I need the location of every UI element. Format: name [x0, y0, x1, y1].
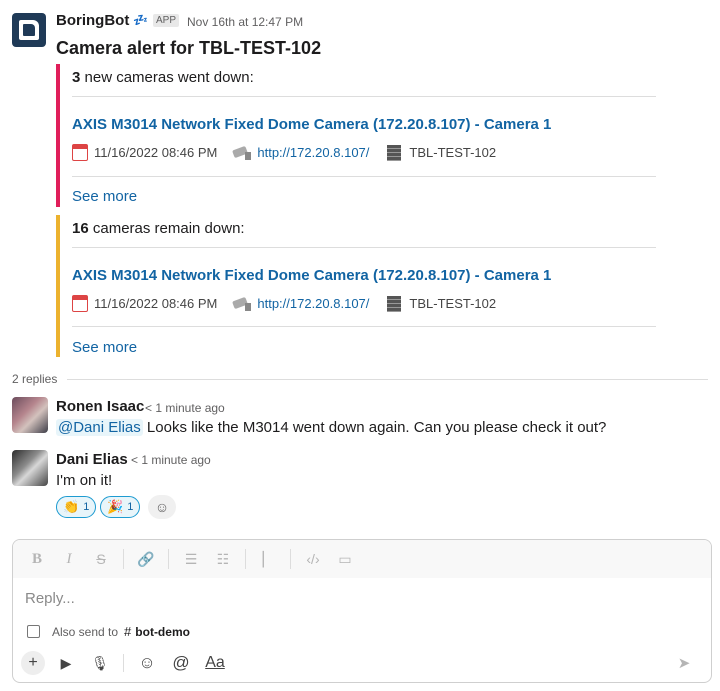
- divider: [67, 378, 708, 380]
- camera-datetime: 11/16/2022 08:46 PM: [94, 145, 218, 160]
- mention-icon[interactable]: @: [170, 652, 192, 674]
- channel-hash-icon: #: [124, 624, 132, 639]
- camera-datetime: 11/16/2022 08:46 PM: [94, 296, 218, 311]
- camera-link[interactable]: AXIS M3014 Network Fixed Dome Camera (17…: [72, 116, 551, 133]
- code-icon[interactable]: ‹/›: [303, 549, 323, 569]
- attachment-heading: 3 new cameras went down:: [72, 69, 254, 86]
- camera-link[interactable]: AXIS M3014 Network Fixed Dome Camera (17…: [72, 267, 551, 284]
- camera-host: TBL-TEST-102: [409, 296, 497, 311]
- italic-icon[interactable]: I: [59, 549, 79, 569]
- link-icon[interactable]: 🔗: [136, 549, 156, 569]
- replies-divider: 2 replies: [12, 372, 708, 386]
- party-popper-emoji-icon: 🎉: [107, 499, 124, 514]
- app-badge: APP: [153, 14, 180, 27]
- message-timestamp[interactable]: Nov 16th at 12:47 PM: [187, 15, 303, 29]
- bot-avatar[interactable]: [12, 13, 46, 47]
- camera-host: TBL-TEST-102: [409, 145, 497, 160]
- divider: [245, 549, 246, 569]
- reaction-count: 1: [127, 501, 134, 513]
- send-icon[interactable]: ➤: [673, 652, 695, 674]
- divider: [123, 654, 124, 672]
- add-reaction-button[interactable]: ☺: [148, 495, 176, 519]
- reply-sender-name[interactable]: Ronen Isaac: [56, 398, 144, 415]
- calendar-icon: [72, 295, 88, 312]
- attachment-remain-down: 16 cameras remain down: AXIS M3014 Netwo…: [56, 215, 656, 357]
- divider: [72, 247, 656, 248]
- calendar-icon: [72, 144, 88, 161]
- avatar[interactable]: [12, 450, 48, 486]
- numbered-list-icon[interactable]: ☰: [181, 549, 201, 569]
- strikethrough-icon[interactable]: S: [91, 549, 111, 569]
- camera-meta-row: 11/16/2022 08:46 PM http://172.20.8.107/…: [72, 295, 496, 312]
- attachment-new-down: 3 new cameras went down: AXIS M3014 Netw…: [56, 64, 656, 207]
- composer-actions: + ▶ 🎙 ☺ @ Aa ➤: [21, 650, 703, 676]
- blockquote-icon[interactable]: ▏: [258, 549, 278, 569]
- reaction-tada[interactable]: 🎉 1: [100, 496, 141, 518]
- see-more-link[interactable]: See more: [72, 339, 137, 356]
- code-block-icon[interactable]: ▭: [335, 549, 355, 569]
- bot-sender-name[interactable]: BoringBot: [56, 12, 129, 29]
- text-format-button[interactable]: Aa: [204, 652, 226, 674]
- camera-url-link[interactable]: http://172.20.8.107/: [257, 145, 369, 160]
- reply-composer: B I S 🔗 ☰ ☷ ▏ ‹/› ▭ Reply... Also send t…: [12, 539, 712, 683]
- video-clip-icon[interactable]: ▶: [55, 652, 77, 674]
- reaction-count: 1: [83, 501, 90, 513]
- add-emoji-icon: ☺: [154, 499, 170, 515]
- attach-plus-button[interactable]: +: [21, 651, 45, 675]
- clap-emoji-icon: 👏: [63, 499, 80, 514]
- alert-title: Camera alert for TBL-TEST-102: [56, 38, 322, 58]
- sleeping-status-icon: 💤: [133, 13, 148, 27]
- also-send-checkbox[interactable]: [27, 625, 40, 638]
- camera-url-link[interactable]: http://172.20.8.107/: [257, 296, 369, 311]
- bulleted-list-icon[interactable]: ☷: [213, 549, 233, 569]
- divider: [290, 549, 291, 569]
- divider: [168, 549, 169, 569]
- replies-count: 2 replies: [12, 372, 58, 386]
- reply-message: @Dani Elias Looks like the M3014 went do…: [56, 419, 606, 436]
- see-more-link[interactable]: See more: [72, 188, 137, 205]
- divider: [123, 549, 124, 569]
- reply-message-text: Looks like the M3014 went down again. Ca…: [142, 419, 607, 436]
- divider: [72, 326, 656, 327]
- attachment-heading: 16 cameras remain down:: [72, 220, 245, 237]
- microphone-icon[interactable]: 🎙: [89, 652, 111, 674]
- divider: [72, 176, 656, 177]
- emoji-icon[interactable]: ☺: [136, 652, 158, 674]
- reply-time[interactable]: < 1 minute ago: [131, 453, 211, 467]
- cctv-camera-icon: [233, 297, 253, 311]
- user-mention[interactable]: @Dani Elias: [56, 419, 143, 436]
- avatar[interactable]: [12, 397, 48, 433]
- channel-name: bot-demo: [135, 624, 190, 639]
- divider: [72, 96, 656, 97]
- reaction-clap[interactable]: 👏 1: [56, 496, 97, 518]
- also-send-option[interactable]: Also send to # bot-demo: [27, 624, 190, 639]
- server-icon: [387, 295, 402, 312]
- also-send-label: Also send to: [52, 624, 119, 639]
- camera-meta-row: 11/16/2022 08:46 PM http://172.20.8.107/…: [72, 144, 496, 161]
- reply-time[interactable]: < 1 minute ago: [145, 401, 225, 415]
- server-icon: [387, 144, 402, 161]
- reply-input[interactable]: Reply...: [25, 590, 75, 607]
- formatting-toolbar: B I S 🔗 ☰ ☷ ▏ ‹/› ▭: [13, 540, 711, 578]
- reply-message-text: I'm on it!: [56, 472, 113, 489]
- cctv-camera-icon: [233, 146, 253, 160]
- bold-icon[interactable]: B: [27, 549, 47, 569]
- reply-sender-name[interactable]: Dani Elias: [56, 451, 128, 468]
